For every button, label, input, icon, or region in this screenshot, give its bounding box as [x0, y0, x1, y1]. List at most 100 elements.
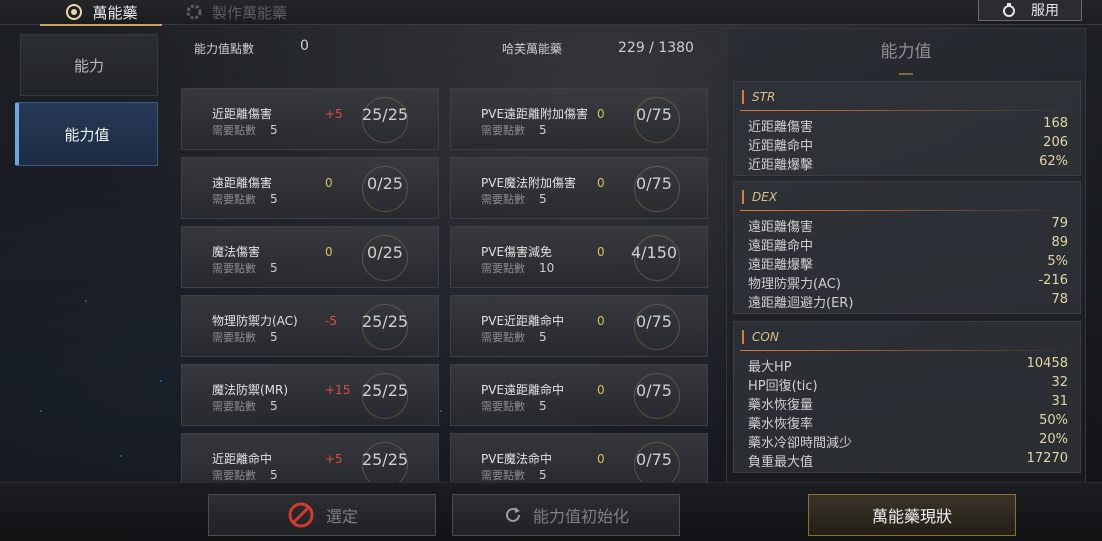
- stat-card[interactable]: PVE魔法附加傷害 需要點數 5 0 0/75: [450, 156, 708, 222]
- stat-row-label: 藥水恢復量: [748, 398, 814, 413]
- section-heading: DEX: [742, 190, 777, 204]
- sidebar: 能力 能力值: [14, 30, 160, 480]
- stat-card[interactable]: PVE近距離命中 需要點數 5 0 0/75: [450, 294, 708, 360]
- stat-card[interactable]: 魔法傷害 需要點數 5 0 0/25: [181, 225, 439, 291]
- stat-bonus: 0: [597, 176, 605, 190]
- elixir-icon: [66, 4, 83, 20]
- required-points-value: 5: [539, 399, 547, 413]
- stat-row-label: 負重最大值: [748, 455, 814, 470]
- use-button[interactable]: 服用: [978, 0, 1082, 21]
- top-bar: 萬能藥 製作萬能藥 服用: [0, 0, 1102, 26]
- stat-card[interactable]: PVE遠距離命中 需要點數 5 0 0/75: [450, 363, 708, 429]
- stat-row: 遠距離迴避力(ER) 78: [748, 292, 1068, 311]
- stat-card[interactable]: 遠距離傷害 需要點數 5 0 0/25: [181, 156, 439, 222]
- elixir-label: 哈芙萬能藥: [502, 42, 563, 56]
- stat-row: 遠距離命中 89: [748, 235, 1068, 254]
- disabled-icon: [288, 502, 314, 528]
- stat-row-label: 最大HP: [748, 360, 792, 375]
- required-points-label: 需要點數: [481, 193, 525, 206]
- tab-craft-elixir-label: 製作萬能藥: [212, 3, 288, 22]
- required-points-label: 需要點數: [481, 331, 525, 344]
- stat-row-value: 20%: [1039, 432, 1068, 447]
- required-points: 需要點數 5: [212, 467, 278, 483]
- required-points-label: 需要點數: [481, 124, 525, 137]
- required-points-value: 5: [539, 192, 547, 206]
- stat-row-value: 78: [1051, 292, 1068, 307]
- stat-bonus: 0: [597, 107, 605, 121]
- reset-stats-button[interactable]: 能力值初始化: [452, 494, 680, 536]
- required-points: 需要點數 10: [481, 260, 554, 276]
- tab-elixir[interactable]: 萬能藥: [40, 0, 162, 26]
- required-points-label: 需要點數: [212, 400, 256, 413]
- stat-row-label: 遠距離命中: [748, 239, 814, 254]
- stat-bonus: 0: [597, 314, 605, 328]
- stat-card[interactable]: 魔法防禦(MR) 需要點數 5 +15 25/25: [181, 363, 439, 429]
- stat-bonus: 0: [325, 245, 333, 259]
- stat-name: 魔法防禦(MR): [212, 383, 289, 397]
- required-points-value: 10: [539, 261, 555, 275]
- stat-row-label: 遠距離爆擊: [748, 258, 814, 273]
- stat-name: PVE遠距離附加傷害: [481, 107, 589, 121]
- required-points-label: 需要點數: [481, 400, 525, 413]
- stat-row: 藥水恢復量 31: [748, 394, 1068, 413]
- sidebar-item-label: 能力值: [64, 125, 110, 144]
- stat-row-label: HP回復(tic): [748, 379, 818, 394]
- stat-row-label: 物理防禦力(AC): [748, 277, 841, 292]
- stat-progress: 4/150: [630, 243, 678, 262]
- title-ornament: [899, 65, 913, 75]
- required-points-label: 需要點數: [212, 124, 256, 137]
- stat-row: 近距離傷害 168: [748, 116, 1068, 135]
- stat-row-label: 遠距離傷害: [748, 220, 814, 235]
- stat-progress: 0/75: [636, 312, 672, 331]
- tab-elixir-label: 萬能藥: [92, 3, 138, 22]
- required-points: 需要點數 5: [212, 260, 278, 276]
- confirm-button-label: 選定: [325, 507, 358, 526]
- required-points-value: 5: [270, 261, 278, 275]
- section-divider: [740, 350, 1074, 351]
- stat-row-value: -216: [1038, 273, 1068, 288]
- stat-row: 最大HP 10458: [748, 356, 1068, 375]
- stat-card[interactable]: PVE傷害減免 需要點數 10 0 4/150: [450, 225, 708, 291]
- sidebar-item-label: 能力: [73, 56, 104, 75]
- reset-stats-button-label: 能力值初始化: [532, 507, 629, 526]
- stat-row-value: 5%: [1047, 254, 1068, 269]
- stat-card[interactable]: PVE遠距離附加傷害 需要點數 5 0 0/75: [450, 87, 708, 153]
- stat-card[interactable]: 近距離傷害 需要點數 5 +5 25/25: [181, 87, 439, 153]
- section-divider: [740, 210, 1074, 211]
- stat-progress: 25/25: [361, 105, 409, 124]
- stat-card[interactable]: 物理防禦力(AC) 需要點數 5 -5 25/25: [181, 294, 439, 360]
- stat-row: 藥水恢復率 50%: [748, 413, 1068, 432]
- stat-name: PVE遠距離命中: [481, 383, 565, 397]
- points-label: 能力值點數: [194, 42, 255, 56]
- elixir-status-button[interactable]: 萬能藥現狀: [808, 494, 1016, 536]
- stat-row-value: 17270: [1026, 451, 1068, 466]
- required-points: 需要點數 5: [212, 398, 278, 414]
- stat-progress: 25/25: [361, 312, 409, 331]
- stat-row: HP回復(tic) 32: [748, 375, 1068, 394]
- stat-row-label: 藥水恢復率: [748, 417, 814, 432]
- sidebar-item-ability[interactable]: 能力: [20, 34, 158, 96]
- stat-bonus: 0: [597, 452, 605, 466]
- required-points: 需要點數 5: [481, 329, 547, 345]
- refresh-icon: [506, 507, 520, 522]
- stat-row: 物理防禦力(AC) -216: [748, 273, 1068, 292]
- stat-progress: 25/25: [361, 450, 409, 469]
- required-points-value: 5: [539, 123, 547, 137]
- sidebar-item-stats[interactable]: 能力值: [15, 102, 158, 166]
- required-points-value: 5: [270, 468, 278, 482]
- stat-row: 藥水冷卻時間減少 20%: [748, 432, 1068, 451]
- stat-progress: 0/75: [636, 381, 672, 400]
- confirm-button[interactable]: 選定: [208, 494, 436, 536]
- required-points: 需要點數 5: [212, 122, 278, 138]
- stats-section-str: STR 近距離傷害 168 近距離命中 206 近距離爆擊 62%: [733, 81, 1081, 176]
- stat-bonus: +5: [325, 107, 343, 121]
- stat-row: 近距離爆擊 62%: [748, 154, 1068, 173]
- stat-bonus: 0: [597, 383, 605, 397]
- stat-name: 魔法傷害: [212, 245, 261, 259]
- tab-craft-elixir[interactable]: 製作萬能藥: [184, 0, 287, 24]
- required-points-value: 5: [270, 192, 278, 206]
- stat-row-value: 31: [1051, 394, 1068, 409]
- required-points: 需要點數 5: [212, 329, 278, 345]
- stat-progress: 0/75: [636, 174, 672, 193]
- stat-name: 遠距離傷害: [212, 176, 273, 190]
